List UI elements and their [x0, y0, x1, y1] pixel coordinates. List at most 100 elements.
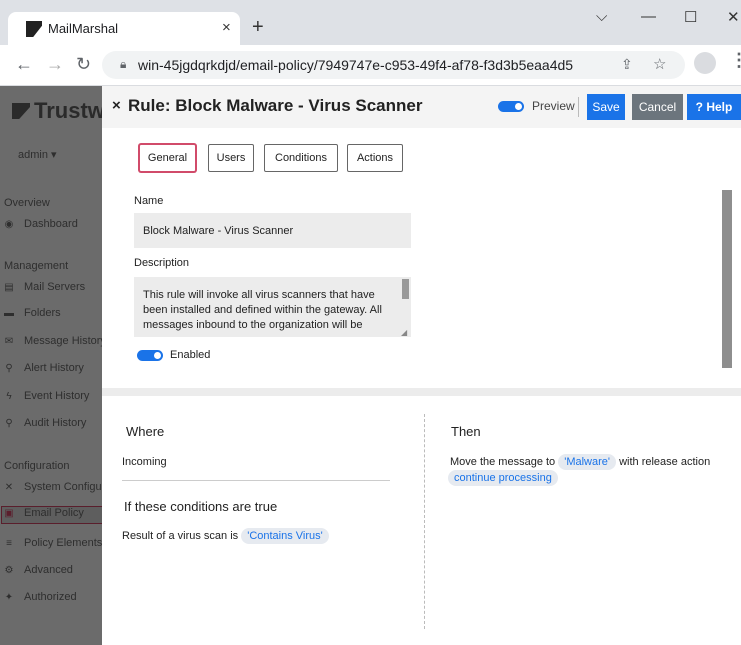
enabled-toggle[interactable] [137, 350, 163, 361]
tab-general[interactable]: General [139, 144, 196, 172]
header-divider [578, 97, 579, 117]
sidebar-item-system-configuration[interactable]: ✕ System Configuration [2, 481, 102, 497]
reload-button[interactable]: ↻ [76, 55, 91, 73]
then-heading: Then [451, 424, 481, 439]
sidebar-item-label: Folders [24, 307, 61, 319]
where-separator [122, 480, 390, 481]
close-tab-icon[interactable]: × [222, 19, 231, 36]
cancel-button[interactable]: Cancel [632, 94, 683, 120]
enabled-label: Enabled [170, 349, 211, 361]
sidebar: Trustwave admin ▾ Overview ◉ Dashboard Ma… [0, 86, 102, 645]
brand-logo: Trustwave [12, 98, 102, 124]
sidebar-item-label: Message History [24, 335, 102, 347]
sidebar-item-label: Advanced [24, 564, 73, 576]
sidebar-item-label: Authorized [24, 591, 77, 603]
minimize-button[interactable]: — [641, 8, 656, 25]
page-scrollbar[interactable] [722, 190, 732, 368]
sidebar-item-label: Policy Elements [24, 537, 102, 549]
address-bar: ← → ↻ 🔒︎ win-45jgdqrkdjd/email-policy/79… [0, 45, 741, 86]
conditions-heading: If these conditions are true [124, 499, 278, 514]
then-action-row: Move the message to 'Malware' with relea… [450, 454, 710, 470]
url-text: win-45jgdqrkdjd/email-policy/7949747e-c9… [138, 57, 574, 73]
sidebar-item-dashboard[interactable]: ◉ Dashboard [2, 218, 78, 234]
sidebar-item-policy-elements[interactable]: ≡ Policy Elements [2, 537, 102, 553]
users-icon: ✦ [4, 592, 14, 603]
search-icon: ⚲ [5, 363, 13, 374]
release-action-row: continue processing [448, 470, 558, 486]
folder-icon: ▬ [4, 308, 14, 319]
description-field[interactable]: This rule will invoke all virus scanners… [134, 277, 411, 337]
sidebar-item-email-policy[interactable]: ▣ Email Policy [1, 506, 102, 524]
name-field[interactable] [134, 213, 411, 248]
tab-actions[interactable]: Actions [347, 144, 403, 172]
sidebar-item-audit-history[interactable]: ⚲ Audit History [2, 417, 86, 433]
page-title: Rule: Block Malware - Virus Scanner [128, 96, 423, 115]
close-icon[interactable]: × [112, 97, 121, 114]
rule-header: × Rule: Block Malware - Virus Scanner Pr… [102, 86, 741, 128]
cogs-icon: ⚙ [4, 565, 14, 576]
message-icon: ✉ [4, 336, 14, 347]
tab-conditions[interactable]: Conditions [264, 144, 338, 172]
new-tab-button[interactable]: + [252, 17, 264, 37]
condition-value-link[interactable]: 'Contains Virus' [241, 528, 329, 544]
tools-icon: ✕ [4, 482, 14, 493]
preview-label: Preview [532, 99, 575, 113]
panel-divider [424, 414, 425, 629]
where-heading: Where [126, 424, 165, 439]
user-menu[interactable]: admin ▾ [18, 148, 57, 161]
folder-link[interactable]: 'Malware' [558, 454, 617, 470]
sidebar-item-alert-history[interactable]: ⚲ Alert History [2, 362, 84, 378]
sidebar-item-message-history[interactable]: ✉ Message History [2, 335, 102, 351]
sidebar-item-event-history[interactable]: ϟ Event History [2, 390, 89, 406]
section-divider [102, 388, 741, 396]
browser-tab-strip: MailMarshal × + ⌵ — ☐ ✕ [0, 0, 741, 45]
condition-text: Result of a virus scan is [122, 530, 239, 542]
profile-avatar-icon[interactable] [694, 52, 716, 74]
sidebar-item-folders[interactable]: ▬ Folders [2, 307, 61, 323]
trustwave-logo-icon [12, 103, 30, 119]
action-middle: with release action [619, 456, 711, 468]
release-action-link[interactable]: continue processing [448, 470, 558, 486]
url-field[interactable]: 🔒︎ win-45jgdqrkdjd/email-policy/7949747e… [102, 51, 685, 79]
sidebar-section-overview: Overview [4, 197, 50, 209]
bolt-icon: ϟ [6, 391, 12, 402]
save-button[interactable]: Save [587, 94, 625, 120]
sidebar-section-configuration: Configuration [4, 460, 70, 472]
sidebar-section-management: Management [4, 260, 69, 272]
back-button[interactable]: ← [15, 55, 33, 73]
server-icon: ▤ [4, 282, 14, 293]
sidebar-item-label: Mail Servers [24, 281, 86, 293]
search-icon: ⚲ [5, 418, 13, 429]
condition-row: Result of a virus scan is 'Contains Viru… [122, 528, 329, 544]
action-prefix: Move the message to [450, 456, 556, 468]
name-label: Name [134, 195, 164, 207]
brand-name: Trustwave [34, 98, 102, 123]
sidebar-item-mail-servers[interactable]: ▤ Mail Servers [2, 281, 85, 297]
description-label: Description [134, 257, 190, 269]
sidebar-item-label: Email Policy [24, 507, 84, 519]
sidebar-item-label: Event History [24, 390, 90, 402]
maximize-button[interactable]: ☐ [684, 8, 697, 26]
sidebar-item-authorized[interactable]: ✦ Authorized [2, 591, 77, 607]
policy-icon: ▣ [4, 508, 14, 519]
share-icon[interactable]: ⇪ [621, 56, 633, 73]
sidebar-item-label: Alert History [24, 362, 84, 374]
browser-tab-title: MailMarshal [48, 21, 119, 36]
browser-menu-icon[interactable]: ⋮ [730, 50, 741, 71]
dashboard-icon: ◉ [4, 219, 14, 230]
help-button[interactable]: ? Help [687, 94, 741, 120]
browser-tab[interactable]: MailMarshal × [8, 12, 240, 45]
preview-toggle[interactable] [498, 101, 524, 112]
sidebar-item-advanced[interactable]: ⚙ Advanced [2, 564, 73, 580]
bookmark-star-icon[interactable]: ☆ [653, 55, 666, 73]
resize-handle-icon[interactable]: ◢ [401, 328, 407, 337]
sidebar-item-label: Audit History [24, 417, 87, 429]
tab-search-icon[interactable]: ⌵ [596, 8, 607, 25]
sidebar-item-label: Dashboard [24, 218, 78, 230]
forward-button[interactable]: → [46, 55, 64, 73]
database-icon: ≡ [6, 538, 12, 549]
tab-users[interactable]: Users [208, 144, 254, 172]
description-scrollbar[interactable] [402, 279, 409, 299]
description-text: This rule will invoke all virus scanners… [143, 289, 382, 331]
close-window-button[interactable]: ✕ [727, 8, 740, 26]
